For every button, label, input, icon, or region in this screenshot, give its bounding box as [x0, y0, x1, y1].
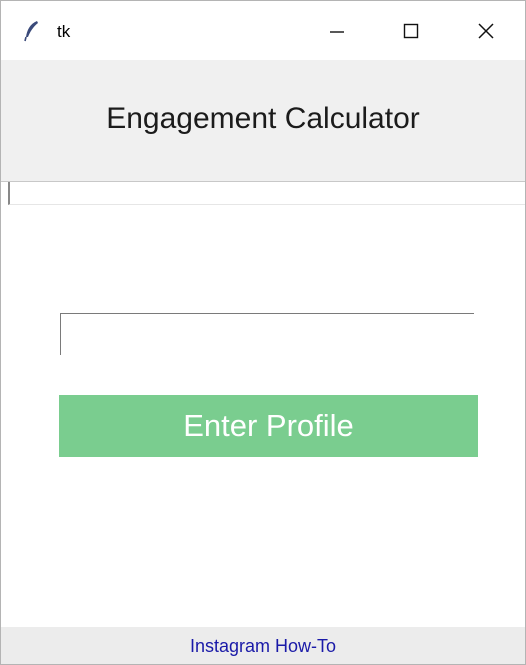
minimize-icon — [329, 23, 345, 39]
window-title: tk — [57, 22, 71, 41]
footer-bar: Instagram How-To — [1, 627, 525, 664]
profile-input[interactable] — [60, 313, 474, 355]
header-panel: Engagement Calculator — [1, 60, 525, 182]
instagram-how-to-link[interactable]: Instagram How-To — [190, 636, 336, 657]
maximize-icon — [403, 23, 419, 39]
maximize-button[interactable] — [374, 1, 448, 60]
title-bar[interactable]: tk — [1, 1, 525, 60]
close-icon — [477, 22, 495, 40]
close-button[interactable] — [449, 1, 523, 60]
main-content: Enter Profile — [1, 207, 525, 627]
page-title: Engagement Calculator — [106, 102, 420, 135]
top-entry-field[interactable] — [8, 182, 525, 205]
app-window: tk Engagement Calculator Enter Profile I… — [0, 0, 526, 665]
feather-icon — [24, 20, 40, 42]
minimize-button[interactable] — [300, 1, 374, 60]
enter-profile-button[interactable]: Enter Profile — [59, 395, 478, 457]
